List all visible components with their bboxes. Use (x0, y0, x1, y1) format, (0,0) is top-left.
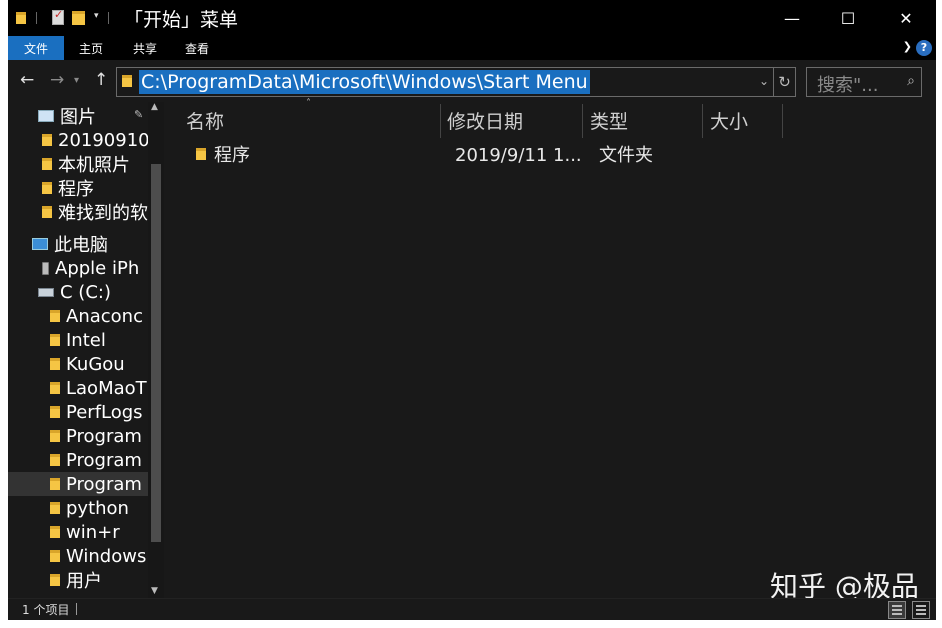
folder-icon (50, 334, 60, 346)
folder-icon (50, 358, 60, 370)
phone-icon (42, 261, 49, 275)
pictures-icon (38, 110, 54, 122)
search-icon: ⌕ (907, 73, 915, 89)
file-name: 程序 (214, 145, 250, 166)
search-input[interactable]: 搜索"... ⌕ (806, 67, 922, 97)
close-button[interactable]: ✕ (878, 0, 934, 36)
customize-quick-access-icon[interactable]: ▾ (94, 11, 99, 21)
tab-home[interactable]: 主页 (66, 36, 116, 60)
folder-icon (50, 310, 60, 322)
folder-icon (50, 502, 60, 514)
file-date: 2019/9/11 1... (455, 145, 582, 166)
refresh-icon[interactable]: ↻ (774, 67, 796, 97)
tab-file[interactable]: 文件 (8, 36, 64, 60)
minimize-button[interactable]: — (764, 0, 820, 36)
nav-item-folder[interactable]: Program (50, 424, 164, 448)
nav-item-drive-c[interactable]: C (C:) (38, 280, 164, 304)
folder-icon (50, 454, 60, 466)
forward-arrow-icon[interactable]: → (50, 70, 64, 90)
column-header-type[interactable]: 类型 (584, 102, 702, 138)
folder-icon (50, 382, 60, 394)
folder-icon (50, 526, 60, 538)
file-list: ˄ 名称 修改日期 类型 大小 程序 2019/9/11 1... 文件夹 (164, 98, 936, 598)
column-header-name[interactable]: 名称 (180, 102, 440, 138)
navigation-pane: 图片 ✎ 20190910 本机照片 程序 难找到的软 此电脑 Apple iP… (8, 102, 164, 598)
folder-icon (42, 206, 52, 218)
nav-item-folder[interactable]: KuGou (50, 352, 164, 376)
nav-item-folder-selected[interactable]: Program (8, 472, 148, 496)
back-arrow-icon[interactable]: ← (20, 70, 34, 90)
address-folder-icon (122, 75, 132, 87)
address-bar[interactable]: C:\ProgramData\Microsoft\Windows\Start M… (116, 67, 774, 97)
expand-ribbon-chevron-icon[interactable]: ❯ (903, 40, 912, 53)
folder-icon (50, 406, 60, 418)
large-icons-view-icon[interactable] (912, 601, 930, 619)
help-icon[interactable]: ? (916, 40, 932, 56)
nav-item-folder[interactable]: 本机照片 (42, 152, 164, 176)
tab-share[interactable]: 共享 (120, 36, 170, 60)
nav-item-folder[interactable]: Program (50, 448, 164, 472)
nav-item-folder[interactable]: 20190910 (42, 128, 164, 152)
app-folder-icon (16, 8, 26, 28)
scroll-up-icon[interactable]: ▲ (151, 102, 158, 112)
properties-icon[interactable] (52, 8, 64, 25)
address-dropdown-icon[interactable]: ⌄ (759, 74, 769, 88)
nav-item-folder[interactable]: 程序 (42, 176, 164, 200)
nav-item-folder[interactable]: LaoMaoT (50, 376, 164, 400)
folder-icon (42, 134, 52, 146)
drive-icon (38, 287, 54, 297)
folder-icon (50, 550, 60, 562)
scroll-thumb[interactable] (151, 164, 161, 542)
address-path[interactable]: C:\ProgramData\Microsoft\Windows\Start M… (139, 70, 590, 94)
nav-item-folder[interactable]: python (50, 496, 164, 520)
new-folder-icon[interactable] (72, 8, 85, 28)
recent-locations-chevron-icon[interactable]: ▾ (74, 75, 79, 86)
nav-item-folder[interactable]: PerfLogs (50, 400, 164, 424)
file-explorer-window: ▾ 「开始」菜单 — ☐ ✕ 文件 主页 共享 查看 ❯ ? ← → ▾ ↑ C… (8, 0, 936, 620)
folder-icon (50, 430, 60, 442)
nav-item-folder[interactable]: win+r (50, 520, 164, 544)
column-header-date[interactable]: 修改日期 (441, 102, 581, 138)
nav-scrollbar[interactable]: ▲ ▼ (148, 102, 164, 598)
pin-icon[interactable]: ✎ (134, 108, 143, 121)
nav-item-this-pc[interactable]: 此电脑 (32, 232, 164, 256)
maximize-button[interactable]: ☐ (820, 0, 876, 36)
item-count: 1 个项目 (22, 603, 70, 617)
status-bar: 1 个项目 (8, 598, 936, 620)
window-title: 「开始」菜单 (124, 9, 239, 31)
title-bar: ▾ 「开始」菜单 — ☐ ✕ (8, 0, 936, 36)
nav-item-folder[interactable]: 用户 (50, 568, 164, 592)
file-row[interactable]: 程序 2019/9/11 1... 文件夹 (182, 142, 782, 170)
nav-item-device[interactable]: Apple iPh (38, 256, 164, 280)
column-header-size[interactable]: 大小 (704, 102, 782, 138)
computer-icon (32, 238, 48, 250)
folder-icon (50, 478, 60, 490)
nav-item-folder[interactable]: Anaconc (50, 304, 164, 328)
ribbon-tabs: 文件 主页 共享 查看 ❯ ? (8, 36, 936, 60)
folder-icon (196, 148, 206, 176)
scroll-down-icon[interactable]: ▼ (151, 586, 158, 596)
file-type: 文件夹 (599, 145, 653, 166)
folder-icon (42, 158, 52, 170)
details-view-icon[interactable] (888, 601, 906, 619)
nav-item-folder[interactable]: Intel (50, 328, 164, 352)
nav-item-folder[interactable]: 难找到的软 (42, 200, 164, 224)
folder-icon (42, 182, 52, 194)
folder-icon (50, 574, 60, 586)
nav-item-pictures[interactable]: 图片 (38, 104, 164, 128)
address-toolbar: ← → ▾ ↑ C:\ProgramData\Microsoft\Windows… (8, 60, 936, 102)
up-arrow-icon[interactable]: ↑ (94, 70, 108, 90)
nav-item-folder[interactable]: Windows (50, 544, 164, 568)
search-placeholder: 搜索"... (817, 75, 879, 96)
tab-view[interactable]: 查看 (172, 36, 222, 60)
